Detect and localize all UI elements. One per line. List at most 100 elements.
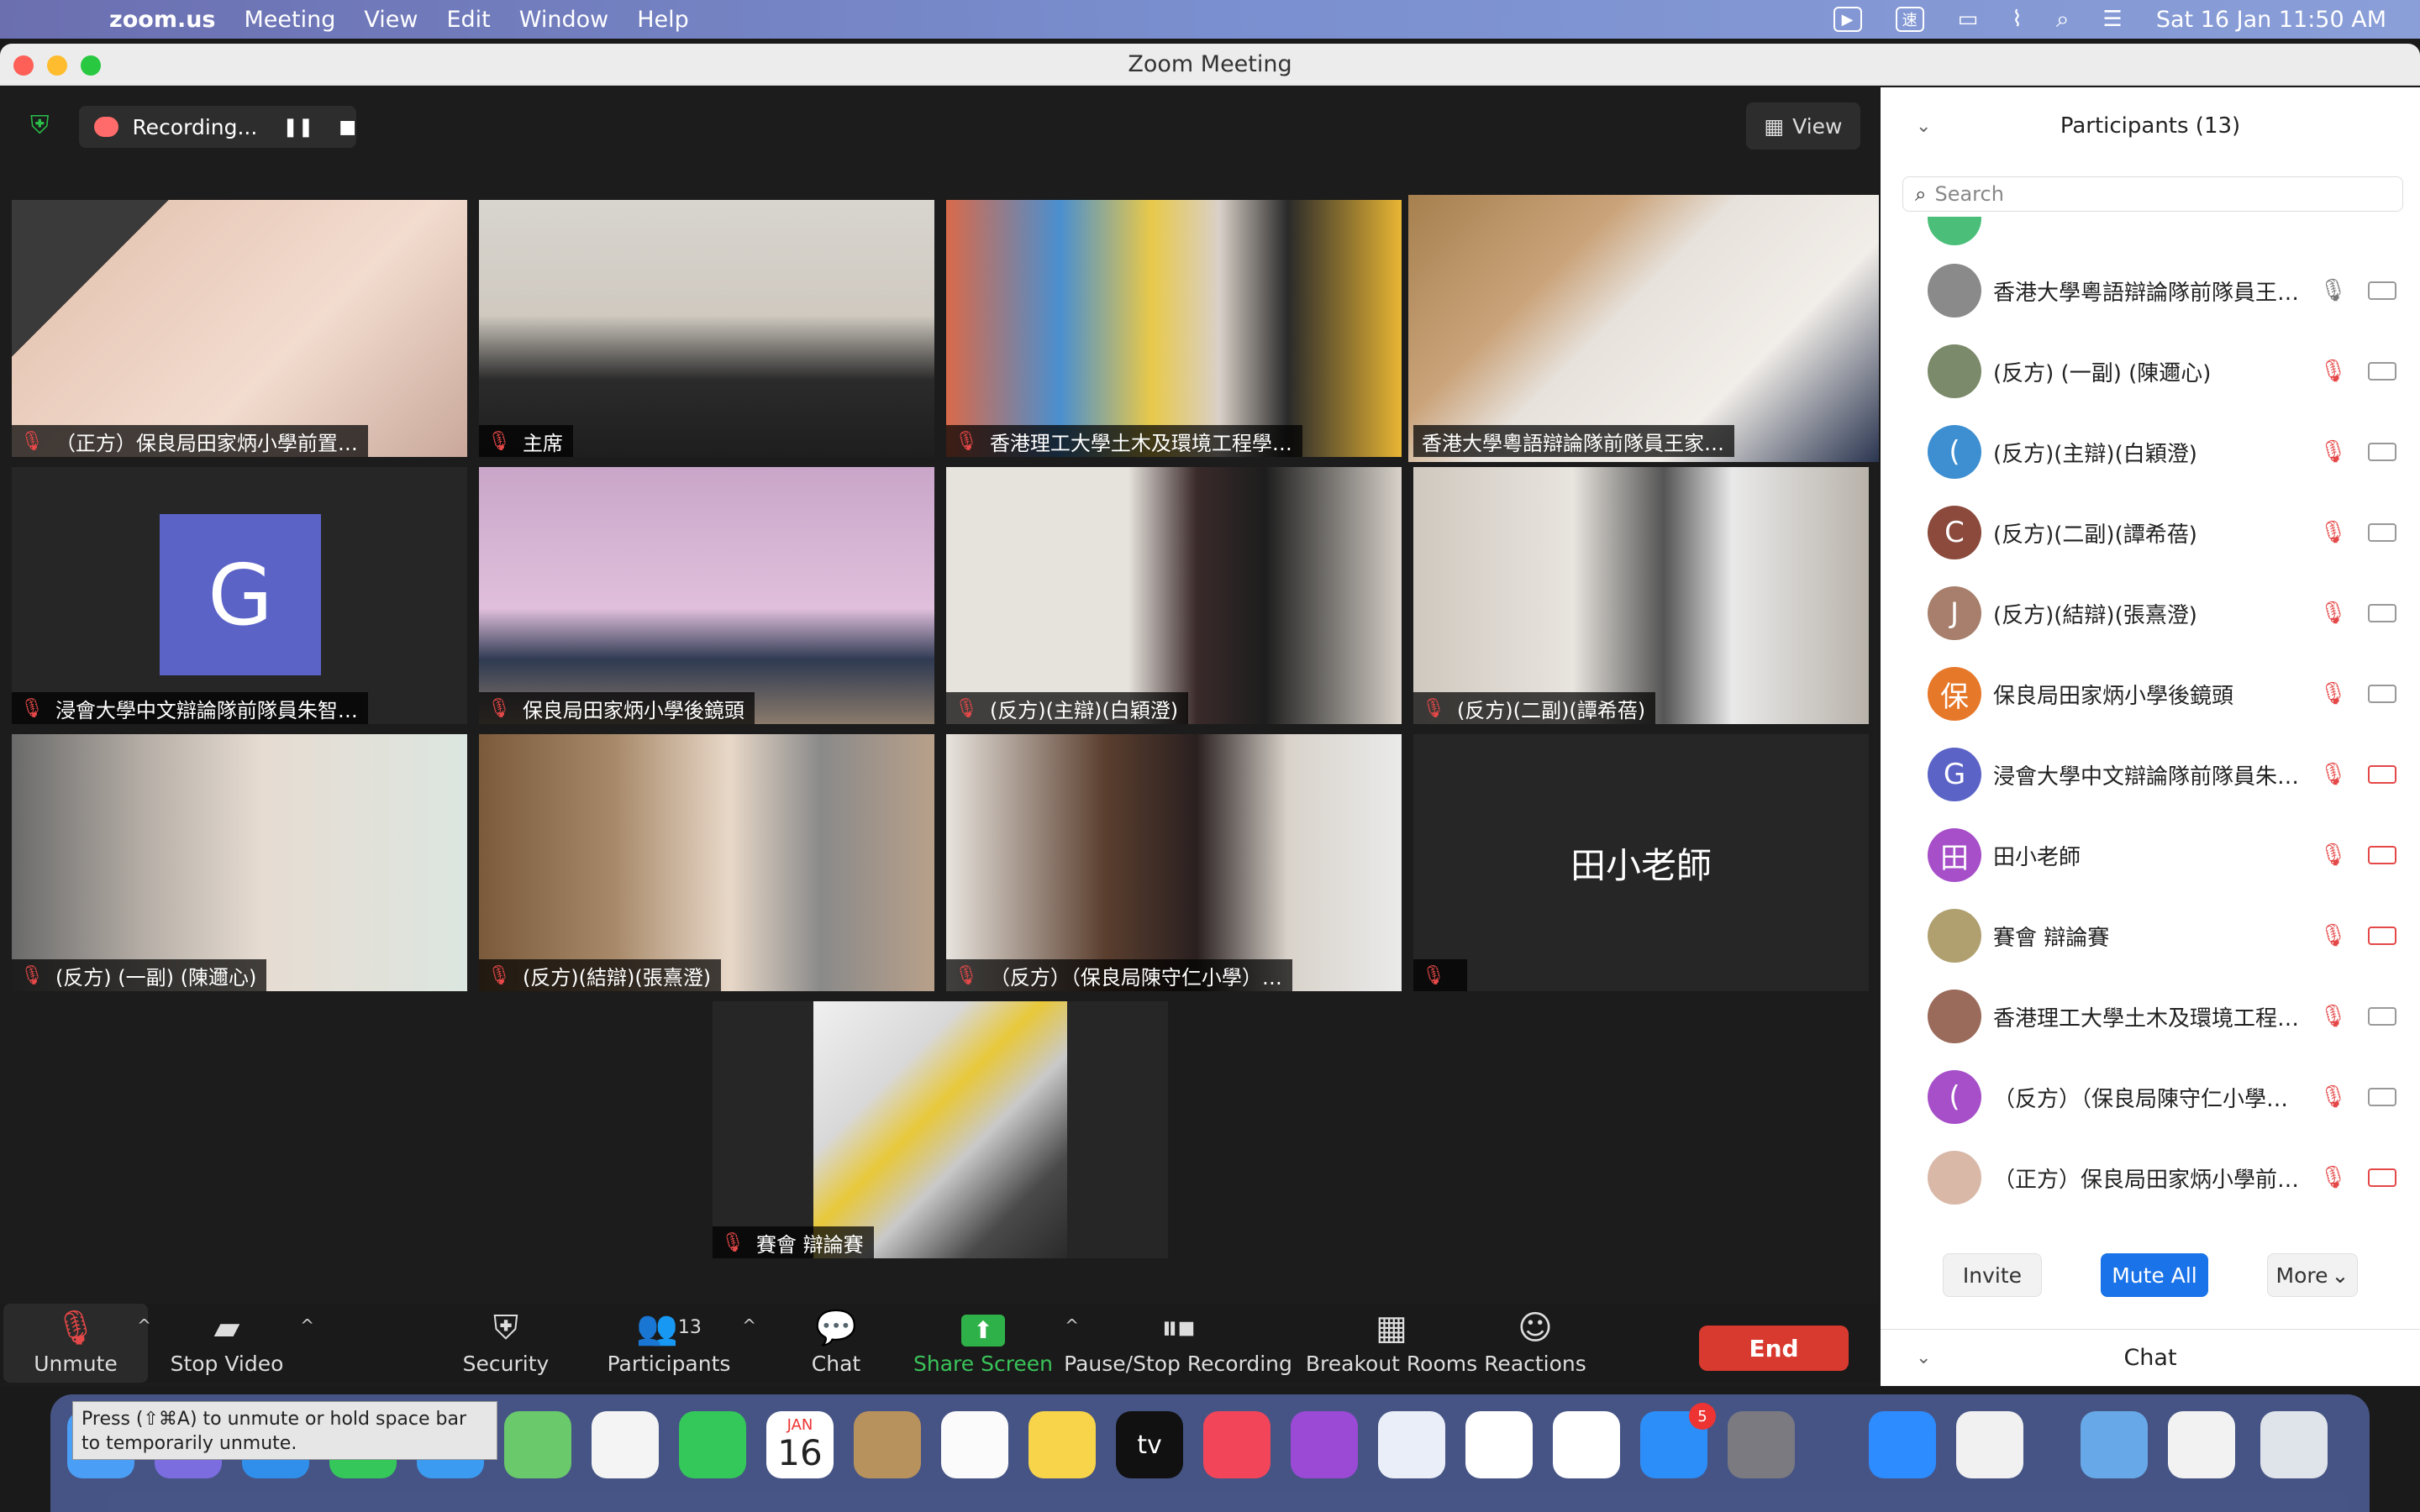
participant-row[interactable]: J (反方)(結辯)(張熹澄) 🎙 xyxy=(1881,573,2420,654)
contacts-icon[interactable] xyxy=(854,1411,921,1478)
share-screen-button[interactable]: ⬆ Share Screen ^ xyxy=(913,1304,1079,1383)
control-center-icon[interactable]: ☰ xyxy=(2103,7,2123,32)
video-tile[interactable]: G 🎙 浸會大學中文辯論隊前隊員朱智… xyxy=(12,467,467,724)
pause-recording-icon[interactable]: ❚❚ xyxy=(282,117,313,138)
video-tile[interactable]: 🎙 (反方)(主辯)(白穎澄) xyxy=(946,467,1402,724)
menu-window[interactable]: Window xyxy=(519,7,608,33)
video-tile[interactable]: 🎙 賽會 辯論賽 xyxy=(713,1001,1168,1258)
keynote-icon[interactable] xyxy=(1378,1411,1445,1478)
video-tile[interactable]: 🎙 （正方）保良局田家炳小學前置… xyxy=(12,200,467,457)
menubar-clock[interactable]: Sat 16 Jan 11:50 AM xyxy=(2156,7,2386,33)
spotlight-search-icon[interactable]: ⌕ xyxy=(2056,5,2070,34)
muted-mic-icon[interactable]: 🎙 xyxy=(2319,762,2347,787)
participant-row[interactable]: 田田小老師 🎙 xyxy=(1881,815,2420,895)
end-meeting-button[interactable]: End xyxy=(1699,1326,1849,1371)
menu-help[interactable]: Help xyxy=(637,7,689,33)
participant-row[interactable]: ((反方)(主辯)(白穎澄) 🎙 xyxy=(1881,412,2420,492)
view-button[interactable]: ▦ View xyxy=(1746,102,1860,150)
video-camera-icon[interactable] xyxy=(2368,443,2396,461)
numbers-icon[interactable] xyxy=(1465,1411,1533,1478)
menu-edit[interactable]: Edit xyxy=(446,7,490,33)
audio-options-caret[interactable]: ^ xyxy=(137,1315,151,1336)
unmute-button[interactable]: 🎙 Unmute ^ xyxy=(3,1304,151,1383)
video-camera-icon[interactable] xyxy=(2368,604,2396,622)
participants-button[interactable]: 👥13 Participants ^ xyxy=(608,1304,756,1383)
video-camera-icon[interactable] xyxy=(2368,1007,2396,1026)
video-tile[interactable]: 🎙 （反方）（保良局陳守仁小學）… xyxy=(946,734,1402,991)
video-off-icon[interactable] xyxy=(2368,846,2396,864)
video-off-icon[interactable] xyxy=(2368,1168,2396,1187)
microphone-icon[interactable]: 🎙 xyxy=(2319,278,2347,303)
muted-mic-icon[interactable]: 🎙 xyxy=(2319,520,2347,545)
video-tile-active-speaker[interactable]: 香港大學粵語辯論隊前隊員王家… xyxy=(1408,195,1879,462)
video-options-caret[interactable]: ^ xyxy=(300,1315,314,1336)
system-preferences-icon[interactable] xyxy=(1728,1411,1795,1478)
participant-row[interactable]: 保保良局田家炳小學後鏡頭 🎙 xyxy=(1881,654,2420,734)
breakout-rooms-button[interactable]: ▦ Breakout Rooms xyxy=(1306,1304,1477,1383)
participant-row[interactable]: (反方) (一副) (陳邇心) 🎙 xyxy=(1881,331,2420,412)
trash-icon[interactable] xyxy=(2260,1411,2328,1478)
more-button[interactable]: More ⌄ xyxy=(2267,1253,2358,1297)
app-menu[interactable]: zoom.us xyxy=(109,7,216,33)
muted-mic-icon[interactable]: 🎙 xyxy=(2319,601,2347,626)
stop-video-button[interactable]: ▰ Stop Video ^ xyxy=(168,1304,314,1383)
video-tile[interactable]: 🎙 主席 xyxy=(479,200,934,457)
photos-icon[interactable] xyxy=(592,1411,659,1478)
menu-meeting[interactable]: Meeting xyxy=(245,7,336,33)
podcasts-icon[interactable] xyxy=(1291,1411,1358,1478)
close-window-button[interactable] xyxy=(13,55,34,76)
video-camera-icon[interactable] xyxy=(2368,685,2396,703)
maps-icon[interactable] xyxy=(504,1411,571,1478)
video-camera-icon[interactable] xyxy=(2368,1088,2396,1106)
stop-recording-icon[interactable]: ■ xyxy=(339,117,356,138)
input-method-icon[interactable]: 速 xyxy=(1895,7,1924,32)
pages-icon[interactable] xyxy=(1553,1411,1620,1478)
minimize-window-button[interactable] xyxy=(47,55,67,76)
participant-row[interactable]: （正方）保良局田家炳小學前… 🎙 xyxy=(1881,1137,2420,1216)
encryption-shield-icon[interactable]: ⛨ xyxy=(30,111,55,140)
apple-tv-icon[interactable]: tv xyxy=(1116,1411,1183,1478)
facetime-icon[interactable] xyxy=(679,1411,746,1478)
collapse-chevron-icon[interactable]: ⌄ xyxy=(1916,116,1931,137)
participant-row[interactable]: 香港理工大學土木及環境工程… 🎙 xyxy=(1881,976,2420,1057)
muted-mic-icon[interactable]: 🎙 xyxy=(2319,1004,2347,1029)
muted-mic-icon[interactable]: 🎙 xyxy=(2319,681,2347,706)
reactions-button[interactable]: ☺ Reactions xyxy=(1481,1304,1590,1383)
video-tile[interactable]: 🎙 (反方) (一副) (陳邇心) xyxy=(12,734,467,991)
video-tile[interactable]: 🎙 保良局田家炳小學後鏡頭 xyxy=(479,467,934,724)
video-camera-icon[interactable] xyxy=(2368,523,2396,542)
video-camera-icon[interactable] xyxy=(2368,362,2396,381)
muted-mic-icon[interactable]: 🎙 xyxy=(2319,1165,2347,1190)
participant-row[interactable]: G 浸會大學中文辯論隊前隊員朱… 🎙 xyxy=(1881,734,2420,815)
invite-button[interactable]: Invite xyxy=(1943,1253,2042,1297)
security-button[interactable]: ⛨ Security xyxy=(460,1304,551,1383)
music-icon[interactable] xyxy=(1203,1411,1270,1478)
chat-section-header[interactable]: ⌄ Chat xyxy=(1881,1329,2420,1386)
menu-view[interactable]: View xyxy=(364,7,418,33)
zoom-window-button[interactable] xyxy=(81,55,101,76)
zoom-icon[interactable] xyxy=(1869,1411,1936,1478)
video-tile[interactable]: 田小老師 🎙 xyxy=(1413,734,1869,991)
mute-all-button[interactable]: Mute All xyxy=(2101,1253,2208,1297)
calendar-icon[interactable]: JAN 16 xyxy=(766,1411,834,1478)
notes-icon[interactable] xyxy=(1028,1411,1096,1478)
participant-row[interactable]: 賽會 辯論賽 🎙 xyxy=(1881,895,2420,976)
video-off-icon[interactable] xyxy=(2368,927,2396,945)
zoom-status-icon[interactable]: ▶ xyxy=(1833,7,1862,32)
muted-mic-icon[interactable]: 🎙 xyxy=(2319,1084,2347,1110)
video-tile[interactable]: 🎙 香港理工大學土木及環境工程學… xyxy=(946,200,1402,457)
reminders-icon[interactable] xyxy=(941,1411,1008,1478)
participant-row[interactable]: 香港大學粵語辯論隊前隊員王… 🎙 xyxy=(1881,250,2420,331)
wifi-off-icon[interactable]: ⌇ xyxy=(2012,7,2023,32)
participant-row[interactable]: (（反方）（保良局陳守仁小學… 🎙 xyxy=(1881,1057,2420,1137)
chrome-icon[interactable] xyxy=(1956,1411,2023,1478)
video-tile[interactable]: 🎙 (反方)(結辯)(張熹澄) xyxy=(479,734,934,991)
video-off-icon[interactable] xyxy=(2368,765,2396,784)
battery-icon[interactable]: ▭ xyxy=(1958,7,1979,32)
muted-mic-icon[interactable]: 🎙 xyxy=(2319,843,2347,868)
participants-options-caret[interactable]: ^ xyxy=(742,1315,756,1336)
chat-button[interactable]: 💬 Chat xyxy=(807,1304,865,1383)
video-tile[interactable]: 🎙 (反方)(二副)(譚希蓓) xyxy=(1413,467,1869,724)
documents-stack-icon[interactable] xyxy=(2168,1411,2235,1478)
participant-row[interactable]: C (反方)(二副)(譚希蓓) 🎙 xyxy=(1881,492,2420,573)
